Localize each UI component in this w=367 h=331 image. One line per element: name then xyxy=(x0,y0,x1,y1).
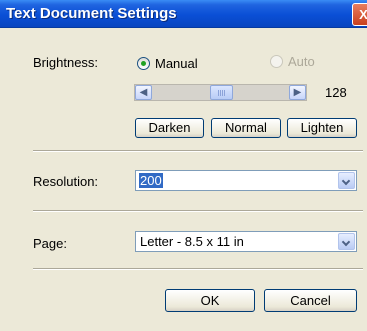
resolution-select[interactable]: 200 xyxy=(135,170,357,191)
normal-button[interactable]: Normal xyxy=(211,118,281,138)
manual-radio-label[interactable]: Manual xyxy=(155,56,198,71)
brightness-label: Brightness: xyxy=(33,55,99,70)
resolution-value: 200 xyxy=(139,173,163,188)
brightness-value: 128 xyxy=(325,85,347,100)
page-value: Letter - 8.5 x 11 in xyxy=(140,234,244,249)
close-icon: X xyxy=(359,7,367,22)
ok-button[interactable]: OK xyxy=(165,289,255,312)
title-bar[interactable]: Text Document Settings X xyxy=(0,0,367,28)
scroll-thumb[interactable] xyxy=(210,85,233,100)
separator xyxy=(33,150,363,152)
brightness-slider[interactable]: ◀ ▶ xyxy=(134,84,307,101)
separator xyxy=(33,268,363,270)
window-title: Text Document Settings xyxy=(6,5,177,22)
radio-selected-dot xyxy=(141,61,146,66)
auto-radio-label: Auto xyxy=(288,54,315,69)
darken-button[interactable]: Darken xyxy=(135,118,204,138)
chevron-right-icon: ▶ xyxy=(293,87,302,98)
manual-radio[interactable] xyxy=(137,57,150,70)
close-button[interactable]: X xyxy=(352,3,367,26)
auto-radio xyxy=(270,55,283,68)
cancel-button[interactable]: Cancel xyxy=(264,289,357,312)
chevron-down-icon[interactable] xyxy=(338,172,355,189)
scroll-right-button[interactable]: ▶ xyxy=(289,85,306,100)
scroll-left-button[interactable]: ◀ xyxy=(135,85,152,100)
chevron-left-icon: ◀ xyxy=(139,87,148,98)
resolution-label: Resolution: xyxy=(33,174,99,189)
page-select[interactable]: Letter - 8.5 x 11 in xyxy=(135,231,357,252)
grip-icon xyxy=(218,90,226,96)
page-label: Page: xyxy=(33,236,67,251)
lighten-button[interactable]: Lighten xyxy=(287,118,357,138)
chevron-down-icon[interactable] xyxy=(338,233,355,250)
separator xyxy=(33,210,363,212)
